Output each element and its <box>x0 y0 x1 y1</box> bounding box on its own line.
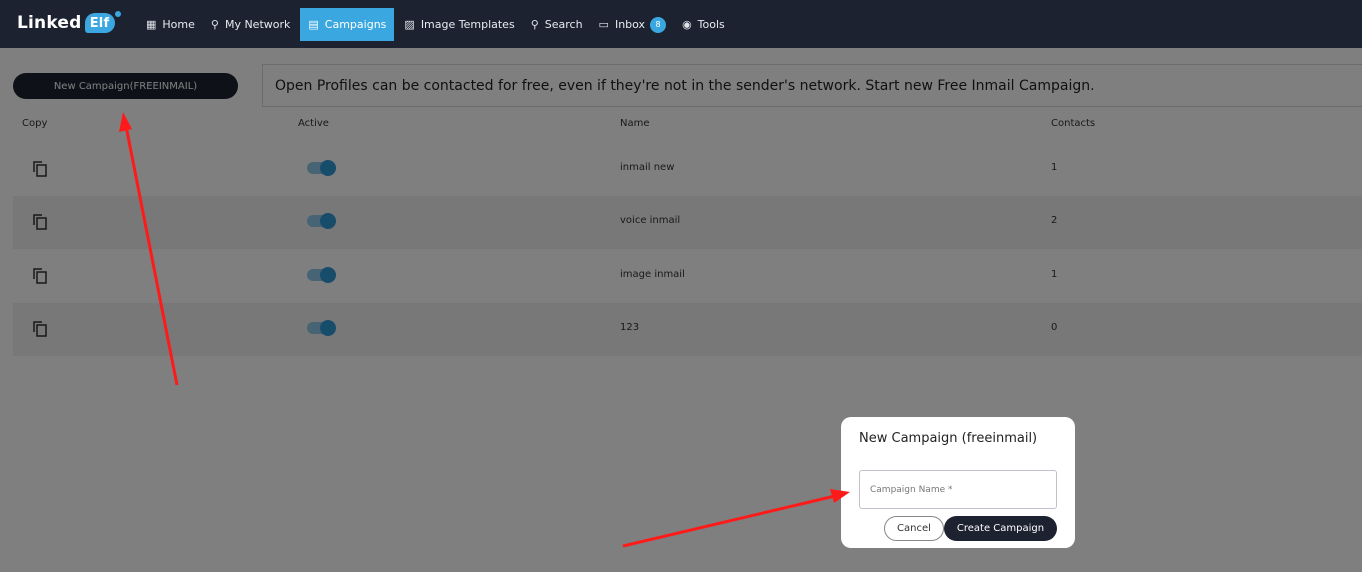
top-navbar: Linked Elf ▦ Home ⚲ My Network ▤ Campaig… <box>0 0 1362 48</box>
nav-item-image-templates[interactable]: ▨ Image Templates <box>396 8 522 41</box>
dialog-title: New Campaign (freeinmail) <box>859 431 1038 446</box>
logo-text: Linked <box>17 13 82 33</box>
nav-item-label: Tools <box>697 18 725 31</box>
network-icon: ⚲ <box>210 18 219 31</box>
eye-icon: ◉ <box>682 18 692 31</box>
search-icon: ⚲ <box>530 18 539 31</box>
cancel-button[interactable]: Cancel <box>884 516 944 541</box>
image-icon: ▨ <box>404 18 415 31</box>
main-nav: ▦ Home ⚲ My Network ▤ Campaigns ▨ Image … <box>138 8 733 41</box>
inbox-icon: ▭ <box>598 18 609 31</box>
nav-item-tools[interactable]: ◉ Tools <box>674 8 733 41</box>
inbox-count-badge: 8 <box>650 16 667 33</box>
nav-item-home[interactable]: ▦ Home <box>138 8 203 41</box>
logo-badge: Elf <box>84 11 121 33</box>
nav-item-label: Campaigns <box>324 18 387 31</box>
nav-item-label: Home <box>162 18 195 31</box>
nav-item-my-network[interactable]: ⚲ My Network <box>203 8 299 41</box>
nav-item-label: My Network <box>224 18 291 31</box>
nav-item-label: Search <box>544 18 583 31</box>
nav-item-label: Inbox <box>614 18 646 31</box>
grid-icon: ▤ <box>308 18 319 31</box>
new-campaign-dialog: New Campaign (freeinmail) Cancel Create … <box>841 417 1075 548</box>
nav-item-inbox[interactable]: ▭ Inbox 8 <box>591 8 675 41</box>
app-logo[interactable]: Linked Elf <box>17 11 121 33</box>
dashboard-icon: ▦ <box>146 18 157 31</box>
nav-item-campaigns[interactable]: ▤ Campaigns <box>300 8 395 41</box>
campaign-name-input[interactable] <box>859 470 1057 509</box>
modal-backdrop[interactable] <box>0 48 1362 572</box>
nav-item-search[interactable]: ⚲ Search <box>523 8 591 41</box>
create-campaign-button[interactable]: Create Campaign <box>944 516 1057 541</box>
nav-item-label: Image Templates <box>420 18 515 31</box>
